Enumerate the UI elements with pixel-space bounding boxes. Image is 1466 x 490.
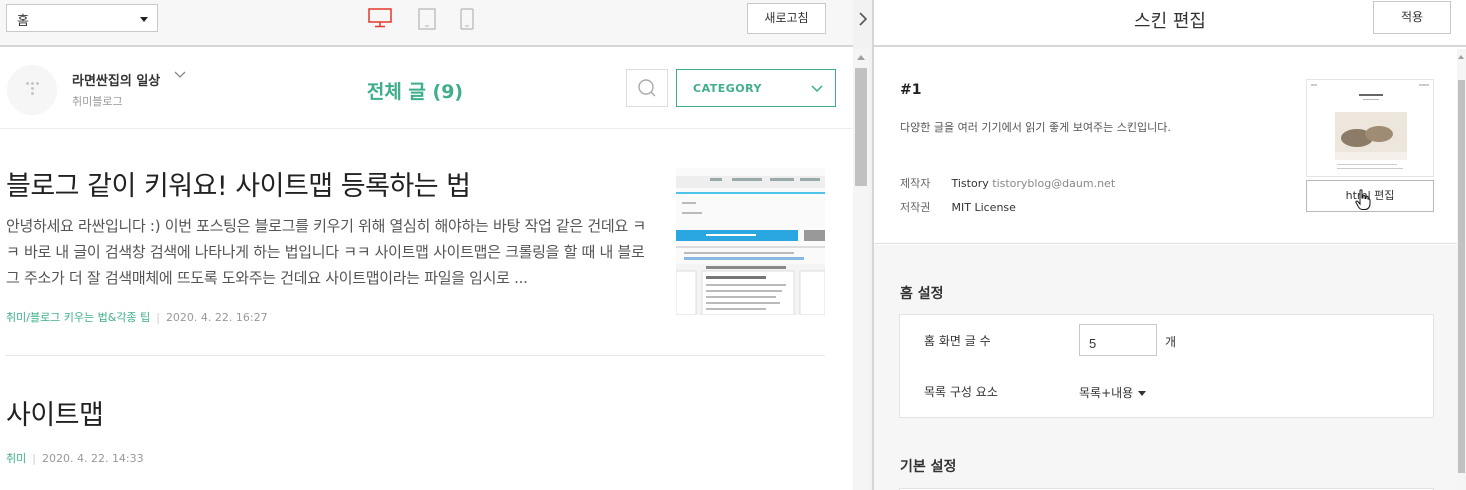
post-thumbnail[interactable] xyxy=(676,168,825,315)
chevron-down-icon xyxy=(811,85,823,93)
chevron-down-icon[interactable] xyxy=(174,70,186,80)
post-count-label: 홈 화면 글 수 xyxy=(924,334,991,348)
scroll-up-arrow-icon[interactable] xyxy=(1458,55,1464,59)
skin-thumbnail-image xyxy=(1307,80,1433,176)
desktop-icon[interactable] xyxy=(368,8,392,28)
mobile-icon[interactable] xyxy=(460,8,474,30)
search-button[interactable] xyxy=(626,69,668,107)
settings-area: 홈 설정 홈 화면 글 수 개 목록 구성 요소 목록+내용 기본 설정 xyxy=(874,245,1457,490)
list-component-select[interactable]: 목록+내용 xyxy=(1079,384,1147,401)
page-select[interactable]: 홈 xyxy=(6,4,158,32)
post-title[interactable]: 사이트맵 xyxy=(6,393,826,432)
post-date: 2020. 4. 22. 14:33 xyxy=(41,452,144,465)
avatar[interactable] xyxy=(7,65,57,115)
author-email: tistoryblog@daum.net xyxy=(992,177,1116,190)
editor-header: 스킨 편집 적용 xyxy=(874,0,1466,47)
author-key: 제작자 xyxy=(900,177,931,190)
refresh-button[interactable]: 새로고침 xyxy=(747,3,826,34)
caret-down-icon xyxy=(140,17,148,22)
list-component-value: 목록+내용 xyxy=(1079,386,1134,400)
post-divider xyxy=(6,355,825,356)
skin-info: #1 다양한 글을 여러 기기에서 읽기 좋게 보여주는 스킨입니다. 제작자 … xyxy=(874,49,1457,244)
skin-editor-window: 홈 새로고침 라면싼집의 일상 취미블로그 전체 글 (9) CATEGORY … xyxy=(0,0,1466,490)
post-thumbnail-image xyxy=(676,168,825,315)
page-select-value: 홈 xyxy=(17,14,29,29)
chevron-right-icon[interactable] xyxy=(856,10,870,28)
preview-toolbar: 홈 새로고침 xyxy=(0,0,853,47)
post-item[interactable]: 사이트맵 취미 | 2020. 4. 22. 14:33 xyxy=(6,393,826,466)
category-label: CATEGORY xyxy=(693,82,762,95)
editor-scrollbar-thumb[interactable] xyxy=(1458,80,1465,473)
caret-down-icon xyxy=(1138,391,1147,396)
author-name: Tistory xyxy=(951,177,989,190)
scroll-up-arrow-icon[interactable] xyxy=(857,55,865,60)
preview-scrollbar-thumb[interactable] xyxy=(855,68,867,186)
post-count-unit: 개 xyxy=(1165,335,1177,349)
tablet-icon[interactable] xyxy=(418,8,436,30)
post-meta: 취미 | 2020. 4. 22. 14:33 xyxy=(6,452,144,465)
hand-cursor-icon xyxy=(1355,189,1371,210)
home-settings-title: 홈 설정 xyxy=(900,286,944,302)
apply-button[interactable]: 적용 xyxy=(1373,1,1451,34)
post-excerpt[interactable]: 안녕하세요 라싼입니다 :) 이번 포스팅은 블로그를 키우기 위해 열심히 해… xyxy=(6,213,654,293)
home-settings-card: 홈 화면 글 수 개 목록 구성 요소 목록+내용 xyxy=(899,314,1434,418)
skin-number: #1 xyxy=(900,82,922,98)
list-title: 전체 글 (9) xyxy=(366,81,464,103)
skin-author-row: 제작자 Tistory tistoryblog@daum.net xyxy=(900,175,1115,191)
skin-thumbnail xyxy=(1306,79,1434,177)
skin-description: 다양한 글을 여러 기기에서 읽기 좋게 보여주는 스킨입니다. xyxy=(900,121,1171,134)
search-icon xyxy=(638,79,656,97)
post-count-input[interactable] xyxy=(1079,324,1157,356)
skin-license-row: 저작권 MIT License xyxy=(900,199,1016,215)
list-component-label: 목록 구성 요소 xyxy=(924,385,998,399)
license-value: MIT License xyxy=(951,201,1016,214)
post-category[interactable]: 취미/블로그 키우는 법&각종 팁 xyxy=(6,311,150,324)
blog-subtitle: 취미블로그 xyxy=(72,95,123,108)
post-date: 2020. 4. 22. 16:27 xyxy=(165,311,268,324)
category-dropdown[interactable]: CATEGORY xyxy=(676,69,836,107)
post-category[interactable]: 취미 xyxy=(6,452,26,465)
basic-settings-title: 기본 설정 xyxy=(900,459,957,475)
license-key: 저작권 xyxy=(900,201,931,214)
blog-header: 라면싼집의 일상 취미블로그 전체 글 (9) CATEGORY xyxy=(0,49,853,129)
blog-name[interactable]: 라면싼집의 일상 xyxy=(72,70,160,89)
